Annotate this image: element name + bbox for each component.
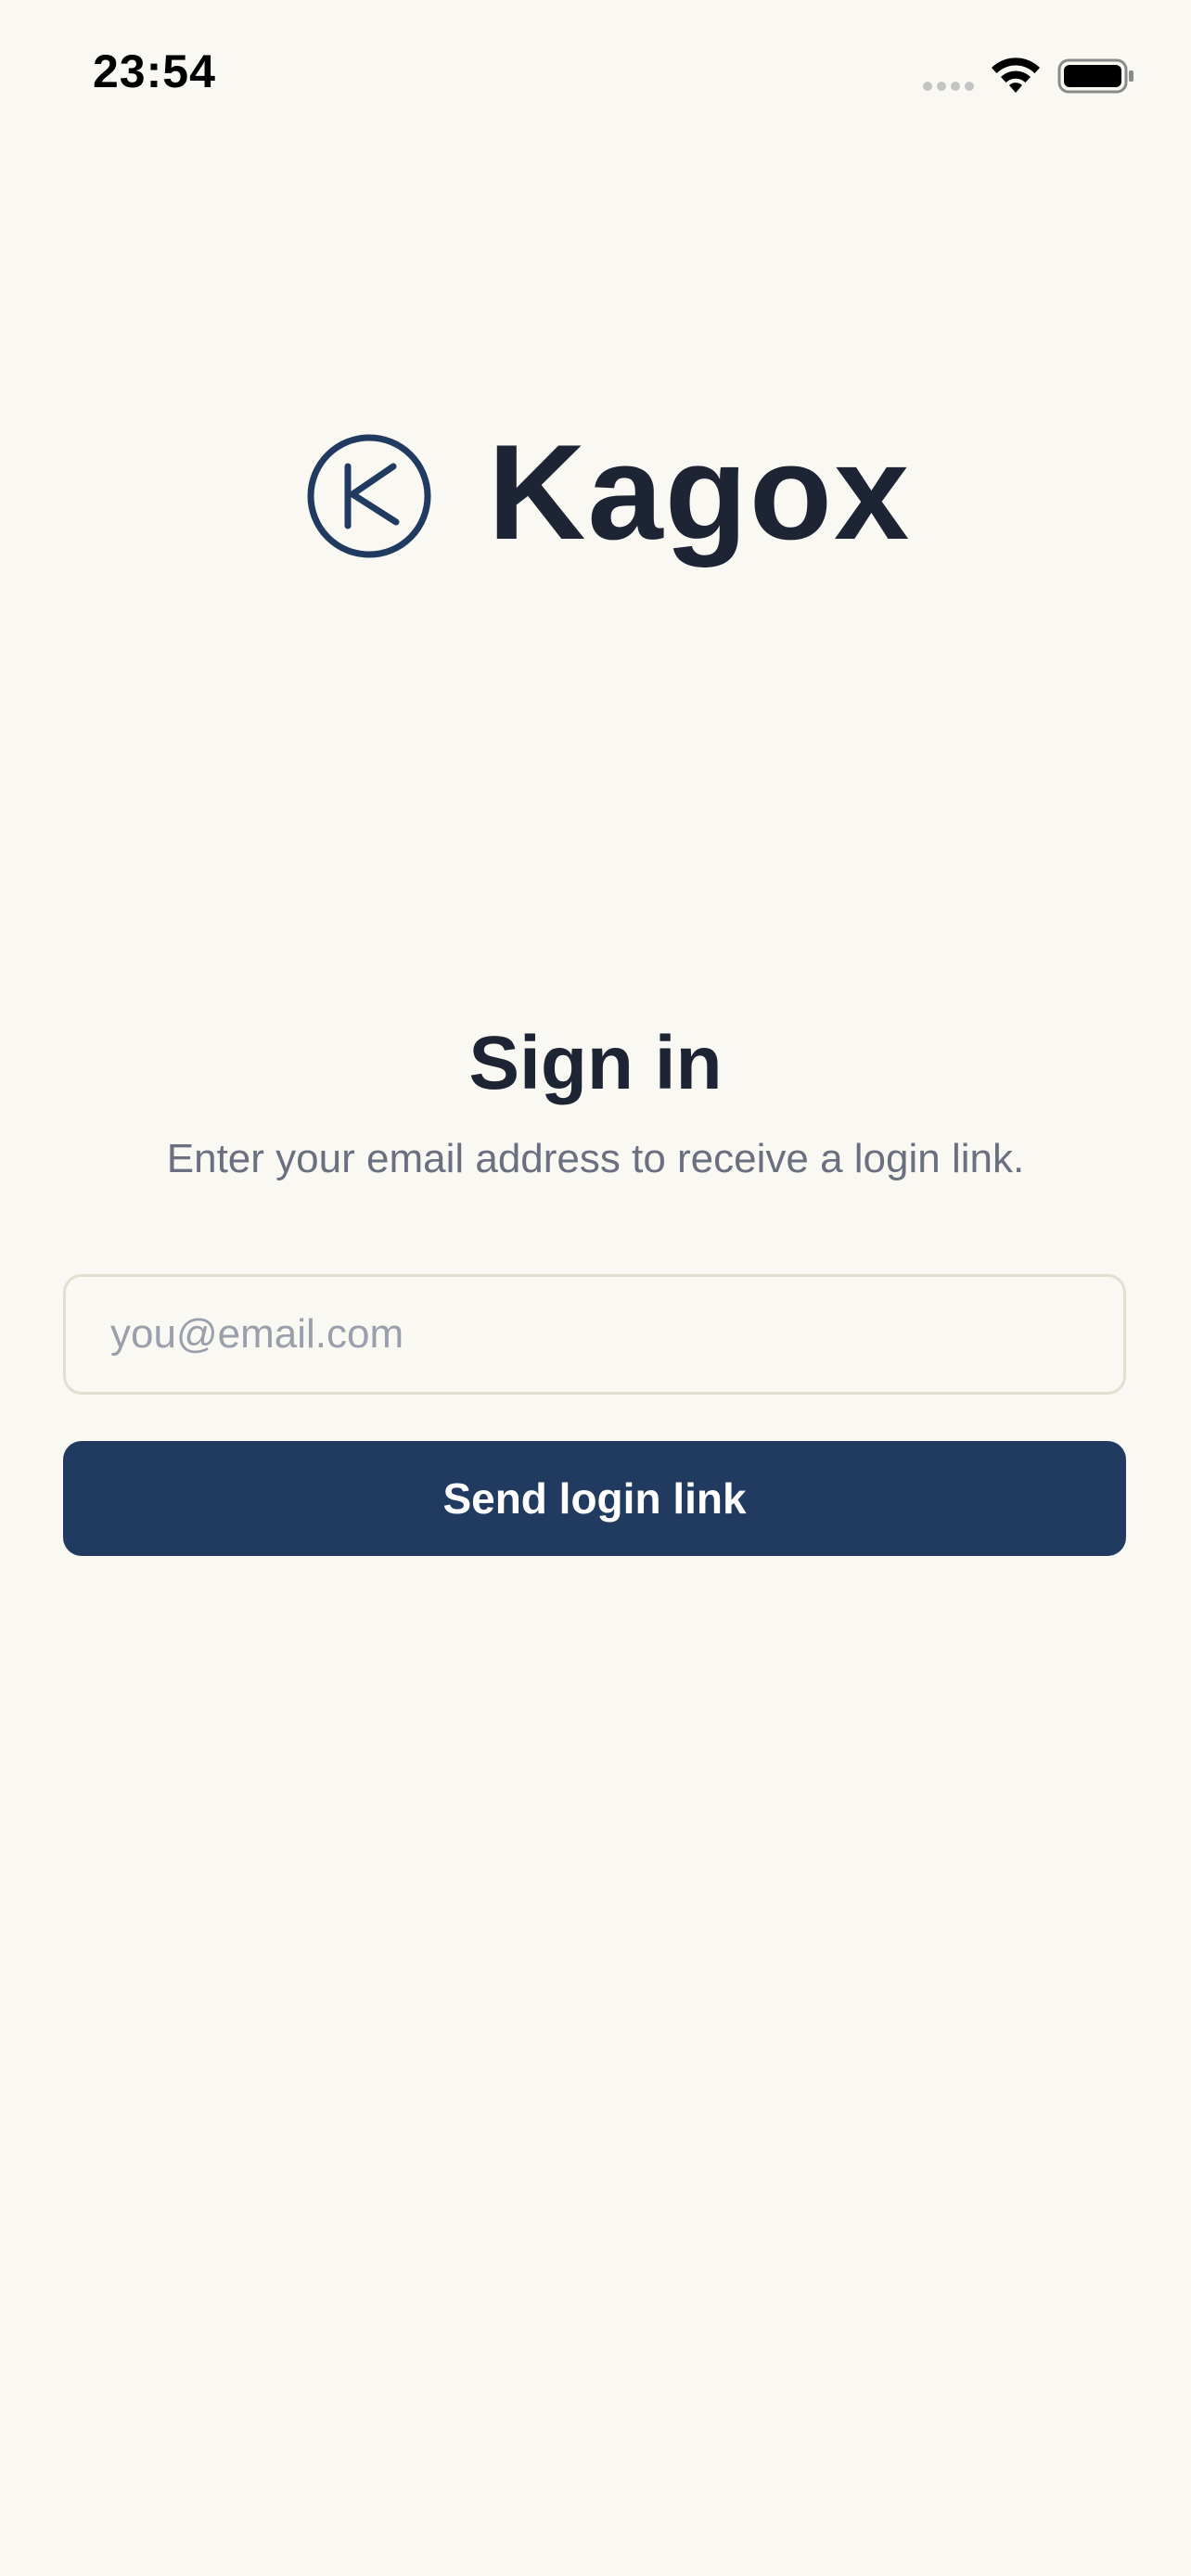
circle-k-logo-icon [307,434,431,558]
page-title: Sign in [468,1021,723,1105]
send-login-link-button[interactable]: Send login link [63,1441,1126,1556]
brand-logo: Kagox [306,425,911,562]
status-time: 23:54 [93,45,216,97]
battery-icon [1057,58,1133,94]
wifi-icon [992,57,1040,93]
page-subtitle: Enter your email address to receive a lo… [166,1136,1025,1181]
signal-icon [923,82,974,91]
email-input[interactable] [63,1274,1126,1395]
status-bar: 23:54 [0,0,1191,148]
brand-name: Kagox [488,416,912,567]
